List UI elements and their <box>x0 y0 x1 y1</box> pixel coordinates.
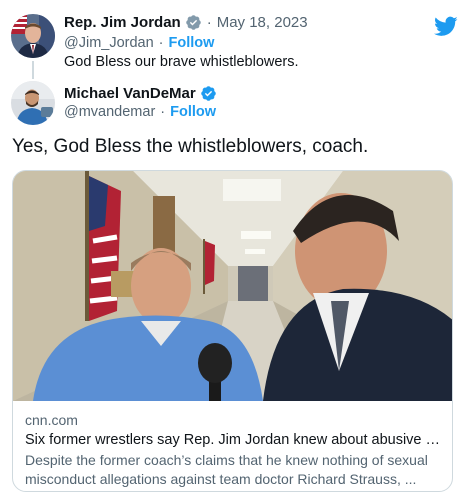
thread-connector <box>32 61 34 79</box>
verified-badge-icon <box>200 85 217 102</box>
link-description: Despite the former coach’s claims that h… <box>25 452 428 487</box>
link-preview-image[interactable] <box>13 171 452 401</box>
parent-author-row: Rep. Jim Jordan · May 18, 2023 <box>64 14 308 31</box>
parent-handle-row: @Jim_Jordan · Follow <box>64 35 214 51</box>
link-info: cnn.com Six former wrestlers say Rep. Ji… <box>25 412 445 489</box>
tweet-date[interactable]: May 18, 2023 <box>217 14 308 31</box>
author-handle[interactable]: @mvandemar <box>64 104 155 120</box>
separator-dot: · <box>206 14 212 31</box>
avatar[interactable] <box>11 14 55 58</box>
link-domain: cnn.com <box>25 412 78 428</box>
follow-button[interactable]: Follow <box>169 35 215 51</box>
follow-button[interactable]: Follow <box>170 104 216 120</box>
avatar[interactable] <box>11 81 55 125</box>
link-preview-card[interactable]: cnn.com Six former wrestlers say Rep. Ji… <box>12 170 453 492</box>
verified-badge-icon <box>185 14 202 31</box>
author-name[interactable]: Rep. Jim Jordan <box>64 14 181 31</box>
author-handle[interactable]: @Jim_Jordan <box>64 35 154 51</box>
separator-dot: · <box>160 104 166 120</box>
author-name[interactable]: Michael VanDeMar <box>64 85 196 102</box>
tweet-text: Yes, God Bless the whistleblowers, coach… <box>12 136 369 157</box>
separator-dot: · <box>158 35 164 51</box>
tweet-embed: Rep. Jim Jordan · May 18, 2023 @Jim_Jord… <box>0 0 474 500</box>
twitter-bird-icon[interactable] <box>434 14 458 38</box>
reply-author-row: Michael VanDeMar <box>64 85 217 102</box>
parent-tweet-text: God Bless our brave whistleblowers. <box>64 54 299 70</box>
reply-handle-row: @mvandemar · Follow <box>64 104 216 120</box>
link-title[interactable]: Six former wrestlers say Rep. Jim Jordan… <box>25 432 445 448</box>
